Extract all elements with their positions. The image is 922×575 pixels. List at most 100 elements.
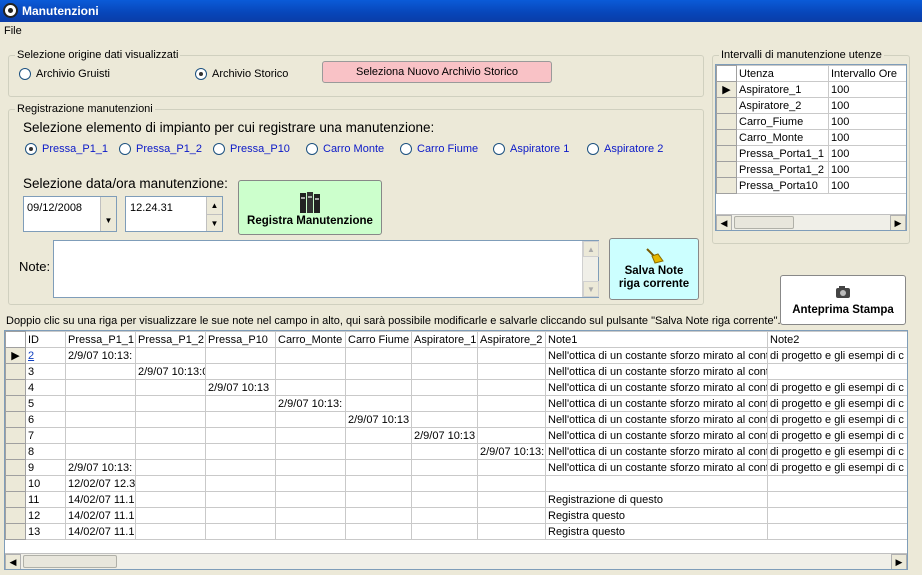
menu-file[interactable]: File xyxy=(4,25,22,37)
table-cell[interactable] xyxy=(135,491,206,508)
scroll-thumb[interactable] xyxy=(734,216,794,229)
table-cell[interactable] xyxy=(275,411,346,428)
table-cell[interactable]: Nell'ottica di un costante sforzo mirato… xyxy=(545,363,768,380)
table-cell[interactable]: Registrazione di questo xyxy=(545,491,768,508)
table-cell[interactable]: 14/02/07 11.1 xyxy=(65,491,136,508)
table-cell[interactable]: di progetto e gli esempi di c xyxy=(767,427,907,444)
table-cell[interactable] xyxy=(275,427,346,444)
table-cell[interactable] xyxy=(411,459,478,476)
table-cell[interactable] xyxy=(345,459,412,476)
spin-down-icon[interactable]: ▼ xyxy=(206,214,222,231)
table-cell[interactable] xyxy=(345,443,412,460)
table-cell[interactable]: Registra questo xyxy=(545,523,768,540)
table-cell[interactable]: 2/9/07 10:13:0 xyxy=(135,363,206,380)
table-cell[interactable]: 100 xyxy=(828,129,906,146)
table-cell[interactable]: Nell'ottica di un costante sforzo mirato… xyxy=(545,347,768,364)
table-cell[interactable] xyxy=(135,411,206,428)
table-row[interactable]: 7 2/9/07 10:13 Nell'ottica di un costante … xyxy=(5,427,907,444)
table-cell[interactable] xyxy=(411,507,478,524)
table-cell[interactable] xyxy=(477,363,546,380)
table-row[interactable]: 10 12/02/07 12.3 xyxy=(5,475,907,492)
radio-archivio-storico[interactable]: Archivio Storico xyxy=(195,68,288,80)
table-row[interactable]: 11 14/02/07 11.1 Registrazione di questo xyxy=(5,491,907,508)
maintenance-table[interactable]: ID Pressa_P1_1 Pressa_P1_2 Pressa_P10 Ca… xyxy=(4,330,908,570)
table-cell[interactable] xyxy=(411,379,478,396)
table-cell[interactable]: 100 xyxy=(828,81,906,98)
table-row[interactable]: 12 14/02/07 11.1 Registra questo xyxy=(5,507,907,524)
column-header-aspiratore-1[interactable]: Aspiratore_1 xyxy=(411,331,478,348)
table-cell[interactable] xyxy=(205,443,276,460)
scroll-right-icon[interactable]: ▶ xyxy=(891,554,907,569)
table-cell[interactable] xyxy=(275,491,346,508)
table-cell[interactable] xyxy=(345,491,412,508)
table-cell[interactable] xyxy=(477,491,546,508)
table-cell[interactable] xyxy=(477,523,546,540)
table-cell[interactable] xyxy=(477,395,546,412)
scroll-down-icon[interactable]: ▼ xyxy=(583,281,599,297)
table-cell[interactable] xyxy=(477,379,546,396)
table-cell[interactable]: 2/9/07 10:13 xyxy=(205,379,276,396)
table-cell[interactable]: 2/9/07 10:13 xyxy=(411,427,478,444)
table-cell[interactable] xyxy=(767,491,907,508)
table-cell[interactable]: 2/9/07 10:13: xyxy=(275,395,346,412)
table-cell[interactable]: 100 xyxy=(828,161,906,178)
column-header-aspiratore-2[interactable]: Aspiratore_2 xyxy=(477,331,546,348)
column-header[interactable]: Intervallo Ore xyxy=(828,65,906,82)
table-cell[interactable] xyxy=(411,475,478,492)
table-cell[interactable] xyxy=(65,443,136,460)
table-cell[interactable]: Nell'ottica di un costante sforzo mirato… xyxy=(545,379,768,396)
table-cell[interactable]: 5 xyxy=(25,395,66,412)
table-cell[interactable]: 11 xyxy=(25,491,66,508)
table-cell[interactable]: Carro_Fiume xyxy=(736,113,829,130)
table-cell[interactable]: 13 xyxy=(25,523,66,540)
table-cell[interactable]: 14/02/07 11.1 xyxy=(65,507,136,524)
intervals-hscrollbar[interactable]: ◀ ▶ xyxy=(716,214,906,230)
table-row[interactable]: 6 2/9/07 10:13 Nell'ottica di un costante … xyxy=(5,411,907,428)
table-row[interactable]: 9 2/9/07 10:13: Nell'ottica di un costante… xyxy=(5,459,907,476)
table-cell[interactable]: Nell'ottica di un costante sforzo mirato… xyxy=(545,395,768,412)
table-cell[interactable]: Registra questo xyxy=(545,507,768,524)
table-row[interactable]: ▶ Aspiratore_1 100 xyxy=(716,81,906,98)
table-cell[interactable] xyxy=(345,507,412,524)
table-cell[interactable] xyxy=(411,347,478,364)
table-cell[interactable]: Nell'ottica di un costante sforzo mirato… xyxy=(545,411,768,428)
table-cell[interactable] xyxy=(477,459,546,476)
table-row[interactable]: ▶ 2 2/9/07 10:13: Nell'ottica di un costant… xyxy=(5,347,907,364)
table-cell[interactable]: Pressa_Porta1_1 xyxy=(736,145,829,162)
table-cell[interactable] xyxy=(345,347,412,364)
table-row[interactable]: Pressa_Porta1_2 100 xyxy=(716,161,906,178)
table-cell[interactable] xyxy=(767,475,907,492)
table-cell[interactable]: 100 xyxy=(828,177,906,194)
chevron-down-icon[interactable]: ▼ xyxy=(100,197,116,231)
table-cell[interactable]: 2/9/07 10:13: xyxy=(65,347,136,364)
table-cell[interactable]: 2/9/07 10:13: xyxy=(477,443,546,460)
table-cell[interactable] xyxy=(345,379,412,396)
table-cell[interactable] xyxy=(205,491,276,508)
table-cell[interactable] xyxy=(411,411,478,428)
table-cell[interactable]: 6 xyxy=(25,411,66,428)
table-cell[interactable]: di progetto e gli esempi di c xyxy=(767,347,907,364)
table-cell[interactable] xyxy=(275,459,346,476)
table-cell[interactable] xyxy=(205,411,276,428)
table-cell[interactable] xyxy=(205,507,276,524)
table-cell[interactable] xyxy=(411,491,478,508)
table-cell[interactable] xyxy=(205,523,276,540)
table-row[interactable]: Carro_Monte 100 xyxy=(716,129,906,146)
table-cell[interactable] xyxy=(767,363,907,380)
table-cell[interactable] xyxy=(135,523,206,540)
column-header[interactable]: Utenza xyxy=(736,65,829,82)
table-cell[interactable] xyxy=(345,523,412,540)
column-header-id[interactable]: ID xyxy=(25,331,66,348)
table-cell[interactable]: di progetto e gli esempi di c xyxy=(767,395,907,412)
table-row[interactable]: 13 14/02/07 11.1 Registra questo xyxy=(5,523,907,540)
table-cell[interactable] xyxy=(65,427,136,444)
radio-carro-fiume[interactable]: Carro Fiume xyxy=(400,143,478,155)
table-cell[interactable] xyxy=(477,411,546,428)
table-cell[interactable]: Nell'ottica di un costante sforzo mirato… xyxy=(545,459,768,476)
table-row[interactable]: 3 2/9/07 10:13:0 Nell'ottica di un costant… xyxy=(5,363,907,380)
scroll-thumb[interactable] xyxy=(23,555,117,568)
table-cell[interactable] xyxy=(135,427,206,444)
table-row[interactable]: Pressa_Porta10 100 xyxy=(716,177,906,194)
radio-carro-monte[interactable]: Carro Monte xyxy=(306,143,384,155)
column-header-pressa-p1-2[interactable]: Pressa_P1_2 xyxy=(135,331,206,348)
